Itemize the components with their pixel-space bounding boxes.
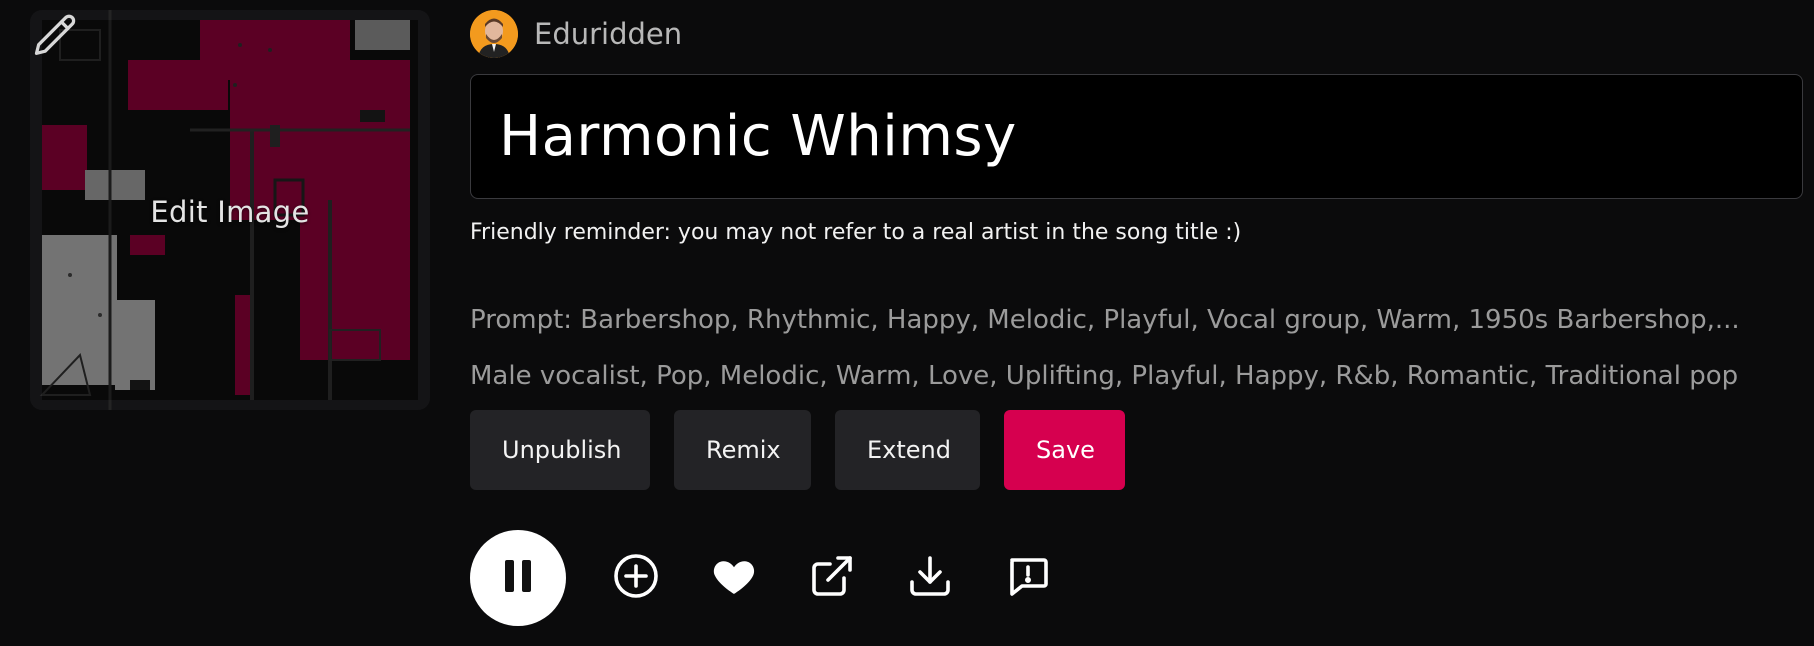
title-reminder: Friendly reminder: you may not refer to … — [470, 220, 1242, 245]
title-field-container[interactable] — [470, 74, 1803, 199]
download-button[interactable] — [902, 550, 958, 606]
share-button[interactable] — [804, 550, 860, 606]
play-pause-button[interactable] — [470, 530, 566, 626]
add-circle-icon — [612, 552, 660, 604]
report-icon — [1004, 552, 1052, 604]
action-buttons: Unpublish Remix Extend Save — [470, 410, 1149, 490]
unpublish-button[interactable]: Unpublish — [470, 410, 650, 490]
avatar — [470, 10, 518, 58]
remix-button[interactable]: Remix — [674, 410, 811, 490]
song-details: Eduridden Friendly reminder: you may not… — [470, 0, 1805, 646]
prompt-text: Prompt: Barbershop, Rhythmic, Happy, Mel… — [470, 292, 1800, 404]
song-title-input[interactable] — [497, 103, 1781, 170]
add-to-playlist-button[interactable] — [608, 550, 664, 606]
edit-image-label: Edit Image — [150, 195, 310, 229]
report-button[interactable] — [1000, 550, 1056, 606]
like-button[interactable] — [706, 550, 762, 606]
pause-icon — [502, 558, 534, 598]
author-link[interactable]: Eduridden — [470, 10, 682, 58]
prompt-line-2: Male vocalist, Pop, Melodic, Warm, Love,… — [470, 361, 1739, 391]
extend-button[interactable]: Extend — [835, 410, 980, 490]
player-controls — [470, 530, 1056, 626]
cover-image[interactable]: Edit Image — [30, 10, 430, 410]
download-icon — [906, 552, 954, 604]
save-button[interactable]: Save — [1004, 410, 1125, 490]
heart-icon — [710, 552, 758, 604]
edit-image-overlay[interactable]: Edit Image — [30, 10, 430, 410]
share-external-icon — [808, 552, 856, 604]
prompt-line-1: Prompt: Barbershop, Rhythmic, Happy, Mel… — [470, 305, 1740, 335]
author-name[interactable]: Eduridden — [534, 17, 682, 51]
